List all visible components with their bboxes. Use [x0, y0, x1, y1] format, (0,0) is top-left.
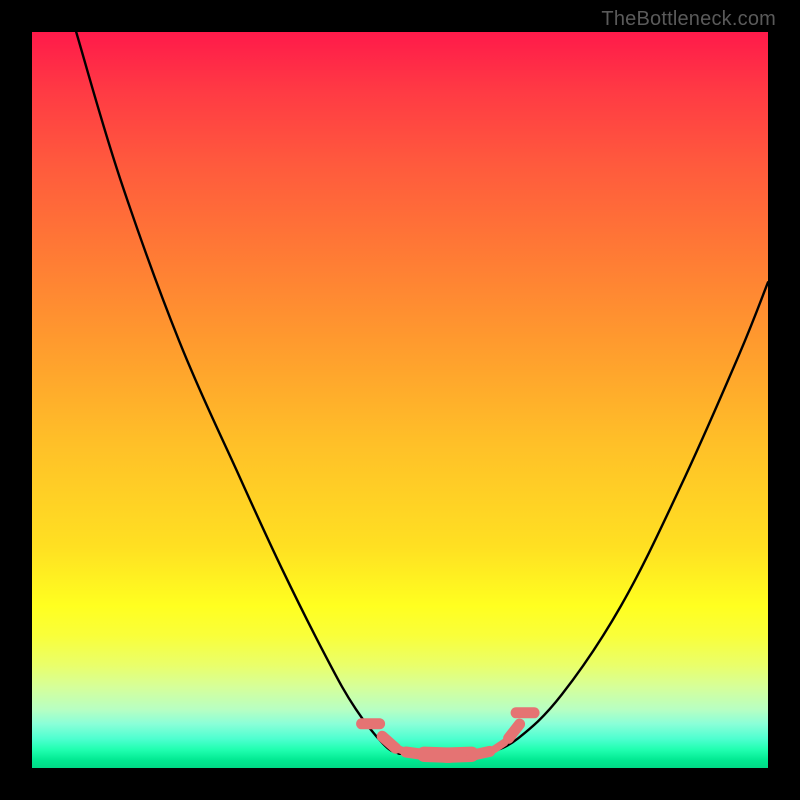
watermark-text: TheBottleneck.com [601, 8, 776, 31]
curve-marker [509, 724, 520, 738]
bottleneck-curve [76, 32, 768, 755]
bottleneck-curve-path [76, 32, 768, 755]
curve-marker [472, 751, 490, 755]
curve-layer [32, 32, 768, 768]
plot-area [32, 32, 768, 768]
chart-frame: TheBottleneck.com [0, 0, 800, 800]
